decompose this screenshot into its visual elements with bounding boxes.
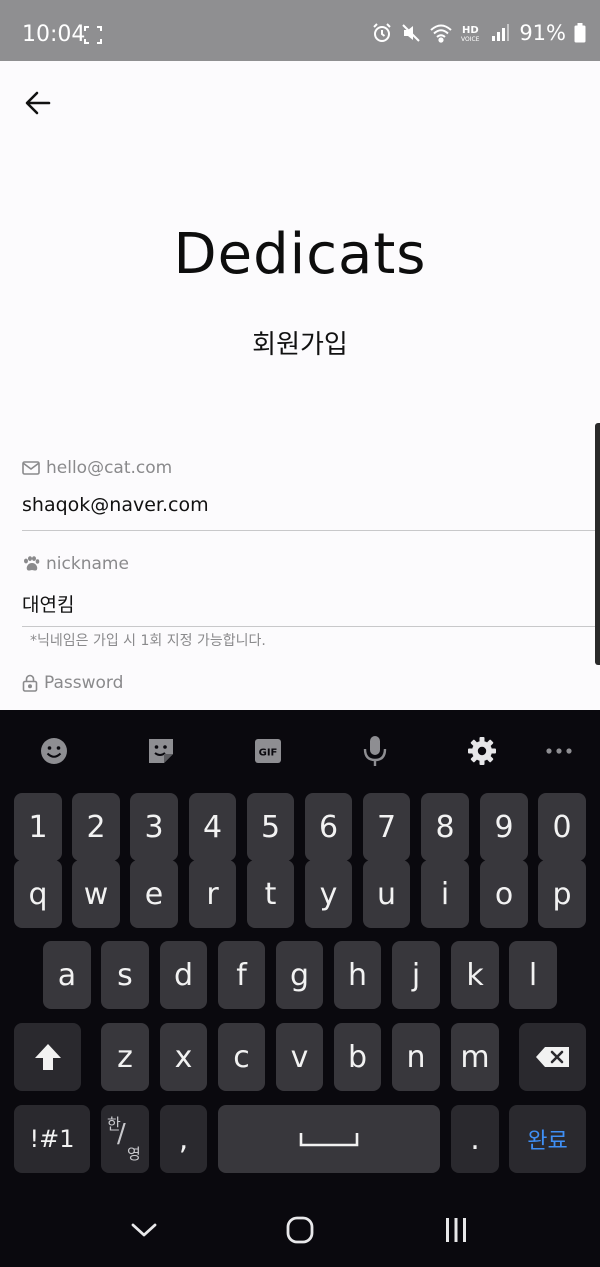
- key-1[interactable]: 1: [14, 793, 62, 861]
- nav-bar: [0, 1195, 600, 1267]
- key-4[interactable]: 4: [189, 793, 236, 861]
- shift-key[interactable]: [14, 1023, 81, 1091]
- alarm-icon: [371, 22, 393, 44]
- key-e[interactable]: e: [130, 860, 178, 928]
- scroll-edge-handle[interactable]: [595, 423, 600, 665]
- period-key[interactable]: .: [451, 1105, 499, 1173]
- key-9[interactable]: 9: [480, 793, 528, 861]
- key-a[interactable]: a: [43, 941, 91, 1009]
- hd-voice-icon: HD VOICE: [461, 23, 483, 43]
- svg-text:VOICE: VOICE: [461, 36, 480, 43]
- key-x[interactable]: x: [160, 1023, 207, 1091]
- space-bar-icon: [299, 1133, 359, 1147]
- key-d[interactable]: d: [160, 941, 207, 1009]
- email-label-text: hello@cat.com: [46, 458, 173, 478]
- arrow-left-icon: [25, 91, 51, 115]
- signal-icon: [491, 23, 510, 43]
- key-8[interactable]: 8: [421, 793, 469, 861]
- keyboard-toolbar: GIF: [0, 710, 600, 792]
- battery-percent: 91%: [519, 21, 566, 45]
- status-icons: HD VOICE 91%: [371, 21, 586, 45]
- key-i[interactable]: i: [421, 860, 469, 928]
- wifi-icon: [429, 23, 453, 43]
- lang-slash: /: [117, 1119, 126, 1149]
- key-2[interactable]: 2: [72, 793, 120, 861]
- key-m[interactable]: m: [451, 1023, 499, 1091]
- key-6[interactable]: 6: [305, 793, 352, 861]
- svg-text:HD: HD: [462, 25, 479, 36]
- key-7[interactable]: 7: [363, 793, 410, 861]
- recents-icon[interactable]: [436, 1215, 476, 1245]
- key-0[interactable]: 0: [538, 793, 586, 861]
- mail-icon: [22, 461, 40, 475]
- gear-icon[interactable]: [465, 734, 499, 768]
- screenshot-icon: [84, 26, 102, 44]
- key-p[interactable]: p: [538, 860, 586, 928]
- home-icon[interactable]: [280, 1215, 320, 1245]
- key-b[interactable]: b: [334, 1023, 381, 1091]
- key-s[interactable]: s: [101, 941, 149, 1009]
- shift-arrow-icon: [34, 1044, 61, 1070]
- sticker-icon[interactable]: [144, 734, 178, 768]
- comma-key[interactable]: ,: [160, 1105, 207, 1173]
- key-y[interactable]: y: [305, 860, 352, 928]
- nickname-label: nickname: [22, 554, 129, 574]
- keyboard: GIF 1 2 3 4 5 6 7 8 9 0 q w e r t y u i …: [0, 710, 600, 1267]
- back-chevron-icon[interactable]: [124, 1215, 164, 1245]
- emoji-icon[interactable]: [37, 734, 71, 768]
- nickname-underline: [22, 626, 600, 627]
- password-label-text: Password: [44, 673, 124, 693]
- key-h[interactable]: h: [334, 941, 381, 1009]
- key-l[interactable]: l: [509, 941, 557, 1009]
- nickname-field[interactable]: 대연킴: [22, 590, 74, 617]
- key-j[interactable]: j: [392, 941, 440, 1009]
- email-label: hello@cat.com: [22, 458, 172, 478]
- battery-icon: [574, 23, 586, 43]
- key-o[interactable]: o: [480, 860, 528, 928]
- backspace-key[interactable]: [519, 1023, 586, 1091]
- key-n[interactable]: n: [392, 1023, 440, 1091]
- key-c[interactable]: c: [218, 1023, 265, 1091]
- key-g[interactable]: g: [276, 941, 323, 1009]
- key-u[interactable]: u: [363, 860, 410, 928]
- symbols-key[interactable]: !#1: [14, 1105, 90, 1173]
- done-key[interactable]: 완료: [509, 1105, 586, 1173]
- key-3[interactable]: 3: [130, 793, 178, 861]
- mic-icon[interactable]: [358, 734, 392, 768]
- app-title: Dedicats: [173, 222, 427, 287]
- email-underline: [22, 530, 600, 531]
- page-subtitle: 회원가입: [252, 330, 348, 360]
- nickname-hint: *닉네임은 가입 시 1회 지정 가능합니다.: [30, 633, 266, 649]
- key-w[interactable]: w: [72, 860, 120, 928]
- key-v[interactable]: v: [276, 1023, 323, 1091]
- more-icon[interactable]: [542, 734, 576, 768]
- gif-icon[interactable]: GIF: [251, 734, 285, 768]
- lang-bottom-label: 영: [127, 1145, 141, 1163]
- key-5[interactable]: 5: [247, 793, 294, 861]
- key-k[interactable]: k: [451, 941, 499, 1009]
- mute-icon: [401, 23, 421, 43]
- status-time: 10:04: [22, 22, 86, 47]
- key-q[interactable]: q: [14, 860, 62, 928]
- language-toggle-key[interactable]: 한 / 영: [101, 1105, 149, 1173]
- key-f[interactable]: f: [218, 941, 265, 1009]
- key-r[interactable]: r: [189, 860, 236, 928]
- status-bar: 10:04 HD VOICE 91%: [0, 0, 600, 61]
- backspace-icon: [535, 1047, 569, 1067]
- nickname-label-text: nickname: [46, 554, 129, 574]
- password-label[interactable]: Password: [22, 673, 123, 693]
- space-key[interactable]: [218, 1105, 440, 1173]
- paw-icon: [24, 556, 40, 571]
- back-button[interactable]: [22, 86, 56, 120]
- key-t[interactable]: t: [247, 860, 294, 928]
- gif-label: GIF: [259, 748, 278, 759]
- lock-icon: [22, 674, 38, 692]
- email-field[interactable]: shaqok@naver.com: [22, 494, 209, 516]
- key-z[interactable]: z: [101, 1023, 149, 1091]
